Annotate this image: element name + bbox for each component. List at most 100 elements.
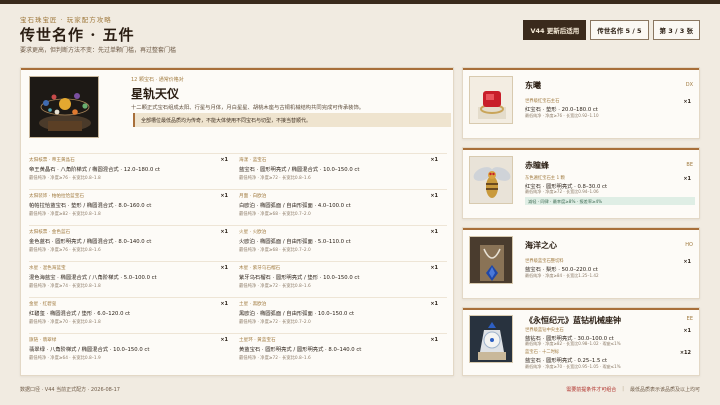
material-qty: ×1 (430, 229, 438, 235)
material-meta: 最低纯净 · 净度≥76 · 长宽比0.92–1.10 (525, 113, 599, 118)
material-source: 太阳核票 · 金色蓝石 (29, 230, 71, 235)
ruby-ring-image (469, 76, 513, 124)
material-spec: 红宝石 · 垫形 · 20.0–180.0 ct (525, 107, 598, 113)
orrery-image (29, 76, 99, 138)
recipe-name: 东曦 (525, 80, 541, 90)
material-spec: 紫牙乌石榴石 · 圆形明亮式 / 垫形 · 10.0–150.0 ct (239, 275, 360, 281)
material-source: 金星 · 红碧玺 (29, 302, 57, 307)
recipe-name: 赤瞳蜂 (525, 160, 549, 170)
header-badges: V44 更新后适用 传世名作 5 / 5 第 3 / 3 张 (523, 20, 700, 40)
footer-separator: | (622, 386, 624, 392)
material-qty: ×1 (683, 176, 691, 182)
recipe-card-blue-diamond-clock: 《永恒纪元》蓝钻机械座钟 EE 世界级蓝钻中央主石 蓝钻石 · 圆形明亮式 · … (462, 307, 700, 376)
material-spec: 金色蓝石 · 圆形明亮式 / 椭圆混合式 · 8.0–140.0 ct (29, 239, 152, 245)
material-meta: 最低纯净 · 净度≥84 · 长宽比1.25–1.42 (525, 273, 599, 278)
material-item: 月面 · 白欧泊 白欧泊 · 椭圆弧面 / 自由形弧面 · 4.0–100.0 … (239, 193, 444, 227)
material-meta: 最低纯净 · 净度≥72 · 长宽比0.8–1.6 (239, 176, 311, 181)
page-title: 传世名作 · 五件 (20, 26, 135, 44)
footer-data-note: 数据口径 · V44 当前正式配方 · 2026-08-17 (20, 387, 120, 393)
material-spec: 红碧玺 · 椭圆混合式 / 垫形 · 6.0–120.0 ct (29, 311, 131, 317)
material-qty: ×1 (683, 328, 691, 334)
material-source: 海漾 · 蓝宝石 (239, 158, 267, 163)
material-spec: 黄蓝宝石 · 圆形明亮式 / 圆形明亮式 · 8.0–140.0 ct (239, 347, 362, 353)
material-meta: 最低纯净 · 净度≥76 · 长宽比0.8–1.6 (29, 248, 101, 253)
card-accent (463, 308, 699, 310)
material-spec: 黑欧泊 · 椭圆弧面 / 自由形弧面 · 10.0–150.0 ct (239, 311, 355, 317)
material-item: 旗链 · 翡翠绿 翡翠绿 · 八角阶梯式 / 椭圆混合式 · 10.0–150.… (29, 337, 234, 371)
material-qty: ×1 (430, 301, 438, 307)
material-meta: 最低纯净 · 净度≥82 · 长宽比0.98–1.02 · 瑕疵≤1% (525, 341, 621, 346)
material-item: 海漾 · 蓝宝石 蓝宝石 · 圆形明亮式 / 椭圆混合式 · 10.0–150.… (239, 157, 444, 191)
recipe-card-dongxi: 东曦 DX 世界级红宝石主石 红宝石 · 垫形 · 20.0–180.0 ct … (462, 67, 700, 139)
material-meta: 最低纯净 · 净度≥82 · 长宽比0.8–1.8 (29, 212, 101, 217)
table-row: 太阳核票 · 帝王黄晶石 帝王黄晶石 · 八角阶梯式 / 椭圆混合式 · 12.… (29, 153, 447, 191)
material-meta: 最低纯净 · 净度≥64 · 长宽比0.8–1.9 (29, 356, 101, 361)
bee-brooch-image (469, 156, 513, 204)
recipe-card-heart-of-ocean: 海洋之心 HO 世界级蓝宝石整切料 蓝宝石 · 梨形 · 50.0–220.0 … (462, 227, 700, 299)
material-spec: 帝王黄晶石 · 八角阶梯式 / 椭圆混合式 · 12.0–180.0 ct (29, 167, 160, 173)
material-source: 太阳核票 · 帝王黄晶石 (29, 158, 75, 163)
material-meta: 最低纯净 · 净度≥68 · 长宽比0.7–2.0 (239, 248, 311, 253)
recipe-card-bee: 赤瞳蜂 BE 东色遍红宝石主 1 颗 红宝石 · 圆形明亮式 · 0.8–30.… (462, 147, 700, 219)
top-accent-bar (0, 0, 720, 4)
material-item: 土星 · 黑欧泊 黑欧泊 · 椭圆弧面 / 自由形弧面 · 10.0–150.0… (239, 301, 444, 335)
material-item: 太阳核票 · 金色蓝石 金色蓝石 · 圆形明亮式 / 椭圆混合式 · 8.0–1… (29, 229, 234, 263)
table-row: 旗链 · 翡翠绿 翡翠绿 · 八角阶梯式 / 椭圆混合式 · 10.0–150.… (29, 333, 447, 371)
material-source: 世界级红宝石主石 (525, 99, 560, 104)
hero-note: 全部槽位最低品质均为传奇，不能大体使用不同宝石与切型，不接当替顺代。 (133, 113, 451, 127)
table-row: 太阳装饰 · 帕帕拉恰蓝宝石 帕帕拉恰蓝宝石 · 垫形 / 椭圆混合式 · 8.… (29, 189, 447, 227)
material-source: 水星 · 混色海蓝宝 (29, 266, 66, 271)
material-meta: 最低纯净 · 净度≥72 · 长宽比0.8–1.6 (239, 284, 311, 289)
material-source: 土星环 · 黄蓝宝石 (239, 338, 276, 343)
material-source: 月面 · 白欧泊 (239, 194, 267, 199)
material-spec: 蓝宝石 · 圆形明亮式 · 0.25–1.5 ct (525, 358, 608, 364)
material-spec: 火欧泊 · 椭圆弧面 / 自由形弧面 · 5.0–110.0 ct (239, 239, 351, 245)
recipe-code: DX (685, 82, 693, 88)
material-qty: ×1 (430, 337, 438, 343)
material-qty: ×1 (430, 193, 438, 199)
material-spec: 翡翠绿 · 八角阶梯式 / 椭圆混合式 · 10.0–150.0 ct (29, 347, 150, 353)
material-source: 火星 · 火欧泊 (239, 230, 267, 235)
material-item: 土星环 · 黄蓝宝石 黄蓝宝石 · 圆形明亮式 / 圆形明亮式 · 8.0–14… (239, 337, 444, 371)
material-qty: ×1 (220, 157, 228, 163)
footer-legend: 需要前提条件才可组合 | 最低品质表示该品质及以上均可 (566, 386, 700, 393)
material-spec: 混色海蓝宝 · 椭圆混合式 / 八角阶梯式 · 5.0–100.0 ct (29, 275, 157, 281)
material-source: 木星 · 紫牙乌石榴石 (239, 266, 281, 271)
material-source: 旗链 · 翡翠绿 (29, 338, 57, 343)
material-qty: ×1 (220, 265, 228, 271)
material-meta: 最低纯净 · 净度≥72 · 长宽比0.8–1.6 (239, 356, 311, 361)
material-meta: 最低纯净 · 净度≥72 · 长宽比0.7–2.0 (239, 320, 311, 325)
material-spec: 白欧泊 · 椭圆弧面 / 自由形弧面 · 4.0–100.0 ct (239, 203, 351, 209)
recipe-code: HO (685, 242, 693, 248)
material-qty: ×1 (220, 337, 228, 343)
material-qty: ×1 (683, 259, 691, 265)
card-accent (463, 148, 699, 150)
version-badge: V44 更新后适用 (523, 20, 587, 40)
material-qty: ×1 (683, 99, 691, 105)
material-source: 土星 · 黑欧泊 (239, 302, 267, 307)
table-row: 金星 · 红碧玺 红碧玺 · 椭圆混合式 / 垫形 · 6.0–120.0 ct… (29, 297, 447, 335)
material-source: 世界级蓝宝石整切料 (525, 259, 564, 264)
page-indicator-badge: 第 3 / 3 张 (652, 20, 700, 40)
card-accent (463, 228, 699, 230)
material-source: 蓝宝石 · 十二时标 (525, 350, 560, 355)
material-meta: 最低纯净 · 净度≥68 · 长宽比0.7–2.0 (239, 212, 311, 217)
material-qty: ×1 (220, 193, 228, 199)
material-item: 金星 · 红碧玺 红碧玺 · 椭圆混合式 / 垫形 · 6.0–120.0 ct… (29, 301, 234, 335)
material-qty: ×1 (220, 229, 228, 235)
material-meta: 最低纯净 · 净度≥72 · 长宽比0.94–1.06 (525, 189, 599, 194)
breadcrumb: 宝石珠宝匠 · 玩家配方攻略 (20, 16, 112, 24)
card-accent (21, 68, 453, 70)
set-progress-badge: 传世名作 5 / 5 (590, 20, 649, 40)
hero-name: 星轨天仪 (131, 87, 180, 101)
page-subtitle: 要求更高，但判断方法不变：先过单颗门槛，再过整套门槛 (20, 47, 177, 54)
recipe-name: 海洋之心 (525, 240, 557, 250)
table-row: 太阳核票 · 金色蓝石 金色蓝石 · 圆形明亮式 / 椭圆混合式 · 8.0–1… (29, 225, 447, 263)
material-item: 木星 · 紫牙乌石榴石 紫牙乌石榴石 · 圆形明亮式 / 垫形 · 10.0–1… (239, 265, 444, 299)
material-item: 太阳装饰 · 帕帕拉恰蓝宝石 帕帕拉恰蓝宝石 · 垫形 / 椭圆混合式 · 8.… (29, 193, 234, 227)
material-item: 火星 · 火欧泊 火欧泊 · 椭圆弧面 / 自由形弧面 · 5.0–110.0 … (239, 229, 444, 263)
material-meta: 最低纯净 · 净度≥74 · 长宽比0.8–1.8 (29, 284, 101, 289)
recipe-name: 《永恒纪元》蓝钻机械座钟 (525, 315, 621, 325)
material-meta: 最低纯净 · 净度≥70 · 长宽比0.95–1.05 · 瑕疵≤1% (525, 364, 621, 369)
material-spec: 蓝宝石 · 梨形 · 50.0–220.0 ct (525, 267, 598, 273)
